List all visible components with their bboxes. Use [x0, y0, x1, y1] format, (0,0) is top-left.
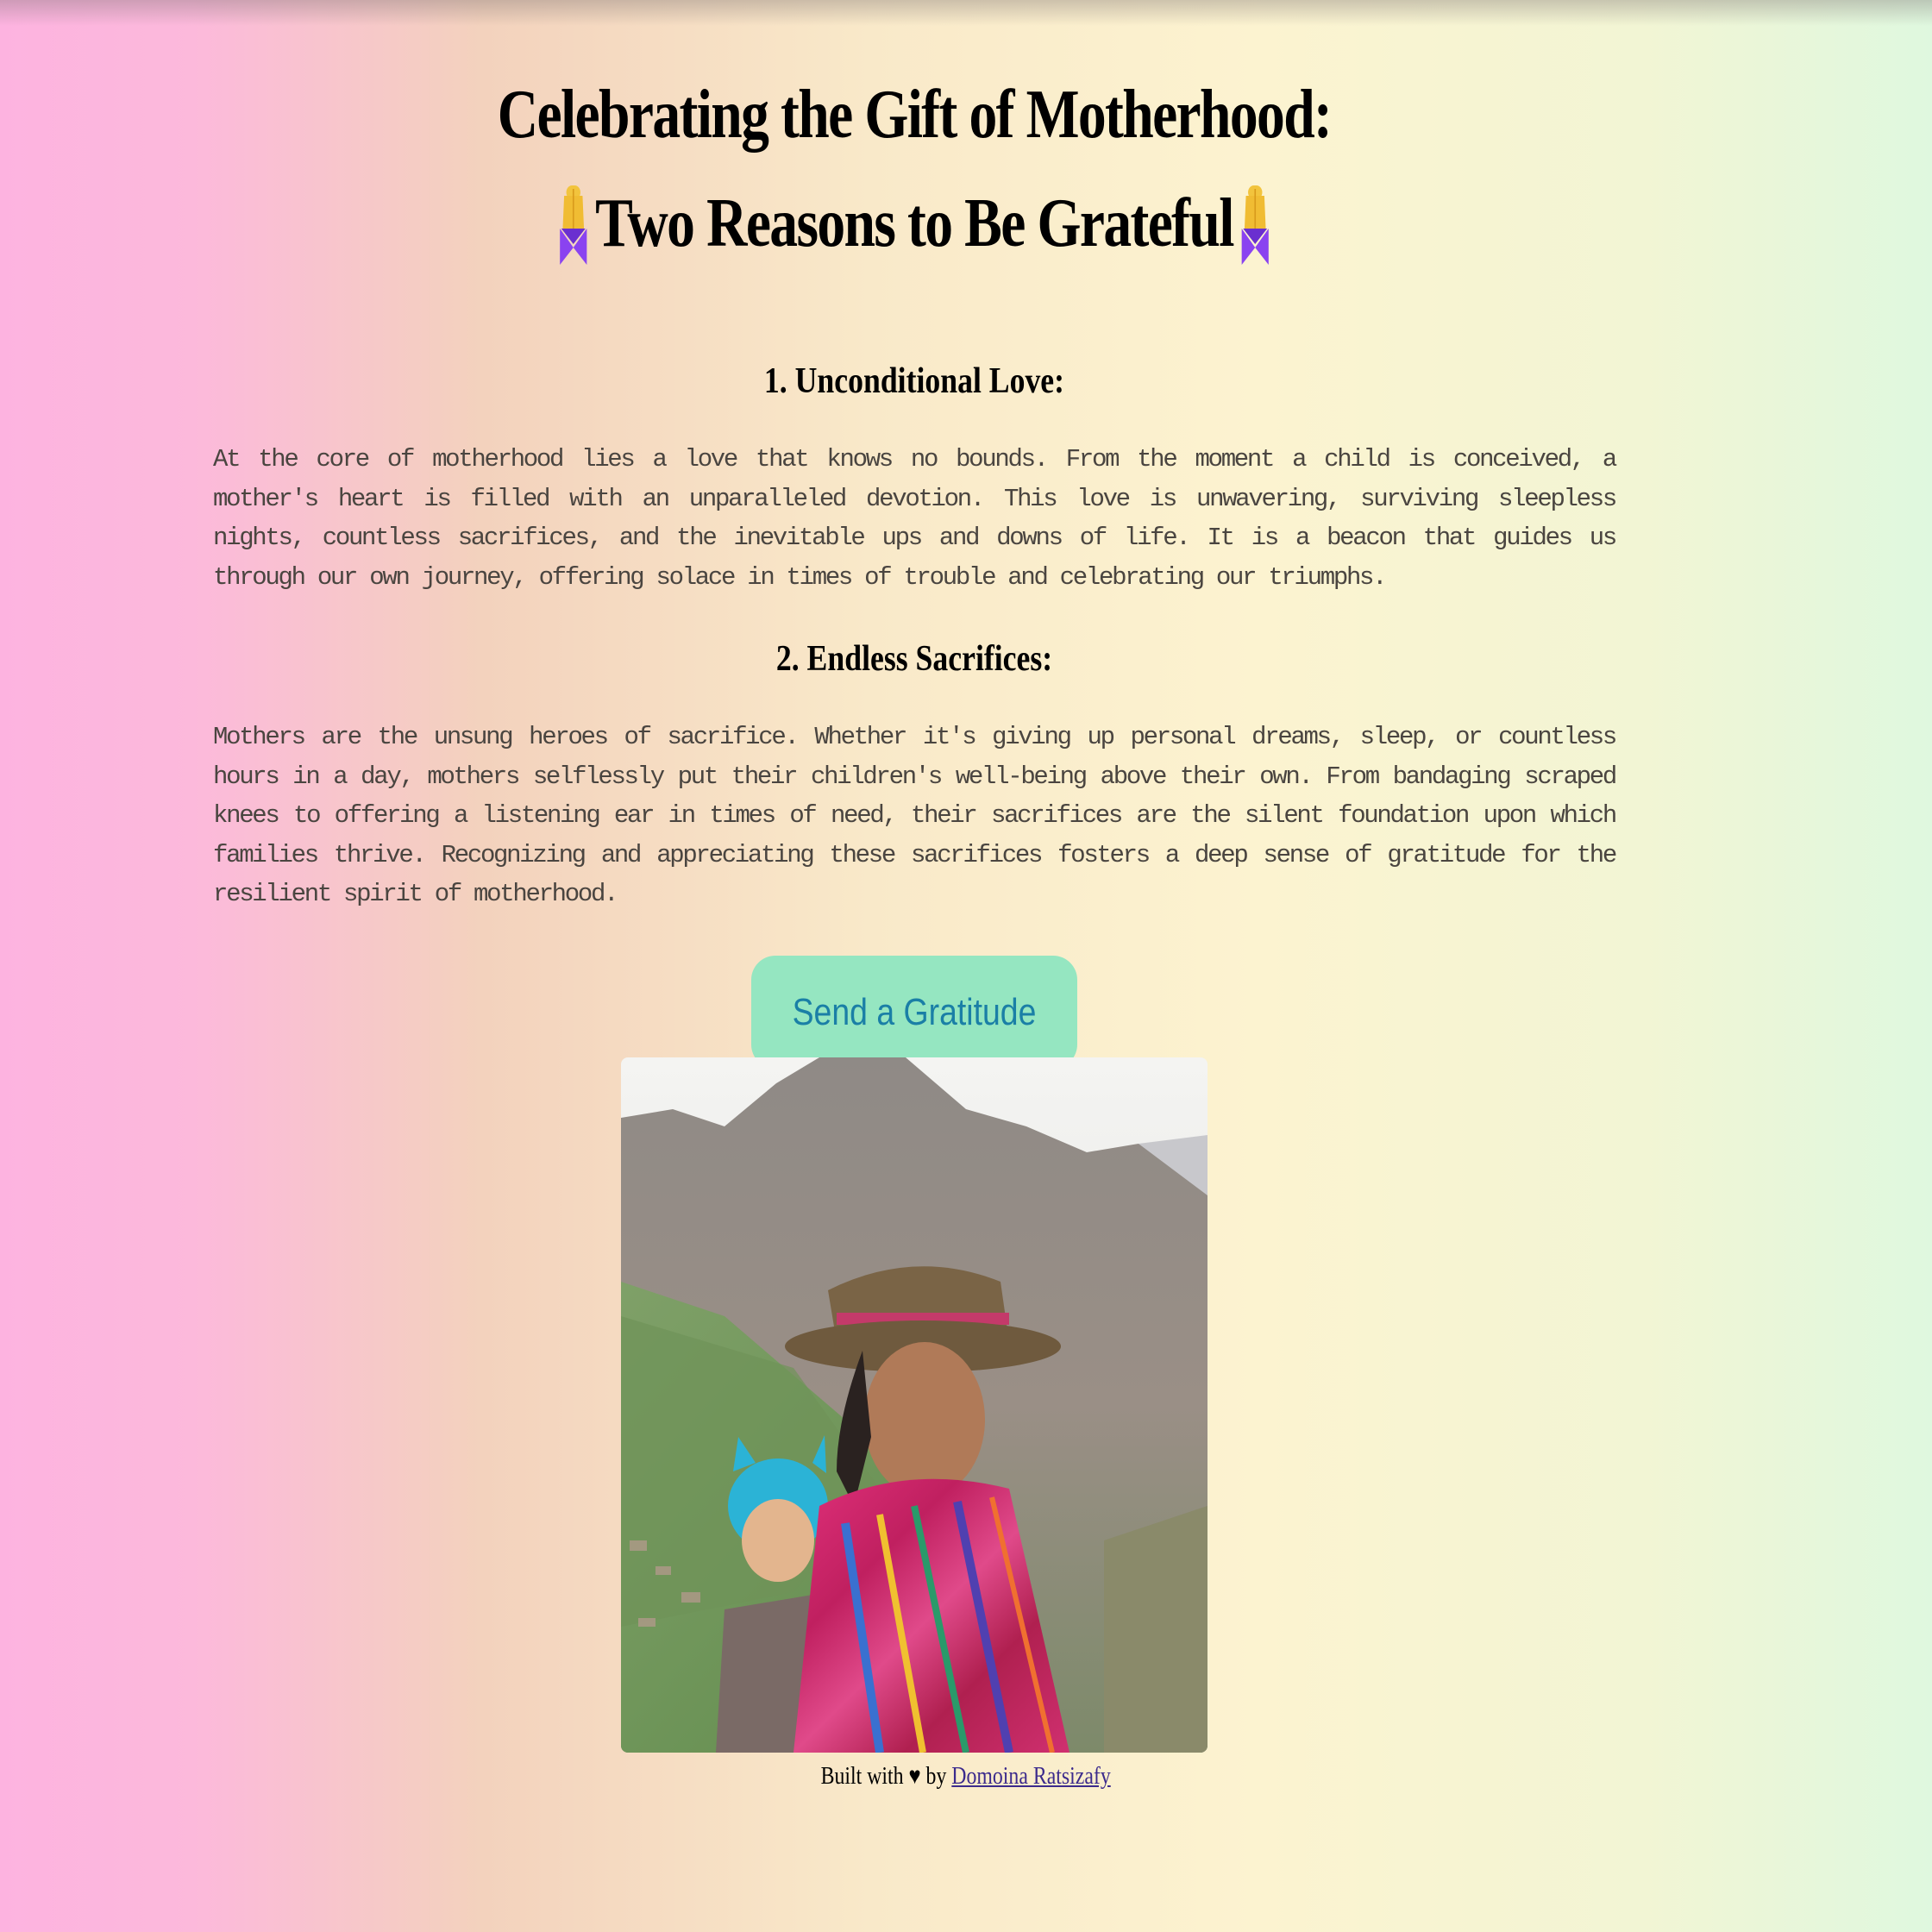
footer-built-with: Built with	[820, 1763, 904, 1790]
praying-hands-icon	[1241, 185, 1269, 265]
section-heading-love: 1. Unconditional Love:	[763, 361, 1065, 401]
main-content: Celebrating the Gift of Motherhood: Two …	[213, 60, 1617, 1146]
praying-hands-icon	[560, 185, 587, 265]
page-title: Celebrating the Gift of Motherhood: Two …	[339, 60, 1489, 278]
send-gratitude-note-button[interactable]: Send a Gratitude Note	[751, 955, 1077, 1146]
section-heading-sacrifices: 2. Endless Sacrifices:	[775, 639, 1053, 679]
footer: Built with ♥ by Domoina Ratsizafy	[0, 1760, 1932, 1794]
title-line-1: Celebrating the Gift of Motherhood:	[497, 77, 1333, 153]
section-text-sacrifices: Mothers are the unsung heroes of sacrifi…	[213, 723, 1617, 908]
mother-child-photo	[621, 1057, 1208, 1753]
section-text-love: At the core of motherhood lies a love th…	[213, 445, 1617, 592]
heart-icon: ♥	[908, 1763, 921, 1790]
footer-by: by	[925, 1763, 947, 1790]
author-link[interactable]: Domoina Ratsizafy	[952, 1763, 1111, 1790]
top-shadow	[0, 0, 1932, 26]
title-line-2: Two Reasons to Be Grateful	[595, 185, 1234, 261]
footer-inner: Built with ♥ by Domoina Ratsizafy	[821, 1760, 1111, 1794]
